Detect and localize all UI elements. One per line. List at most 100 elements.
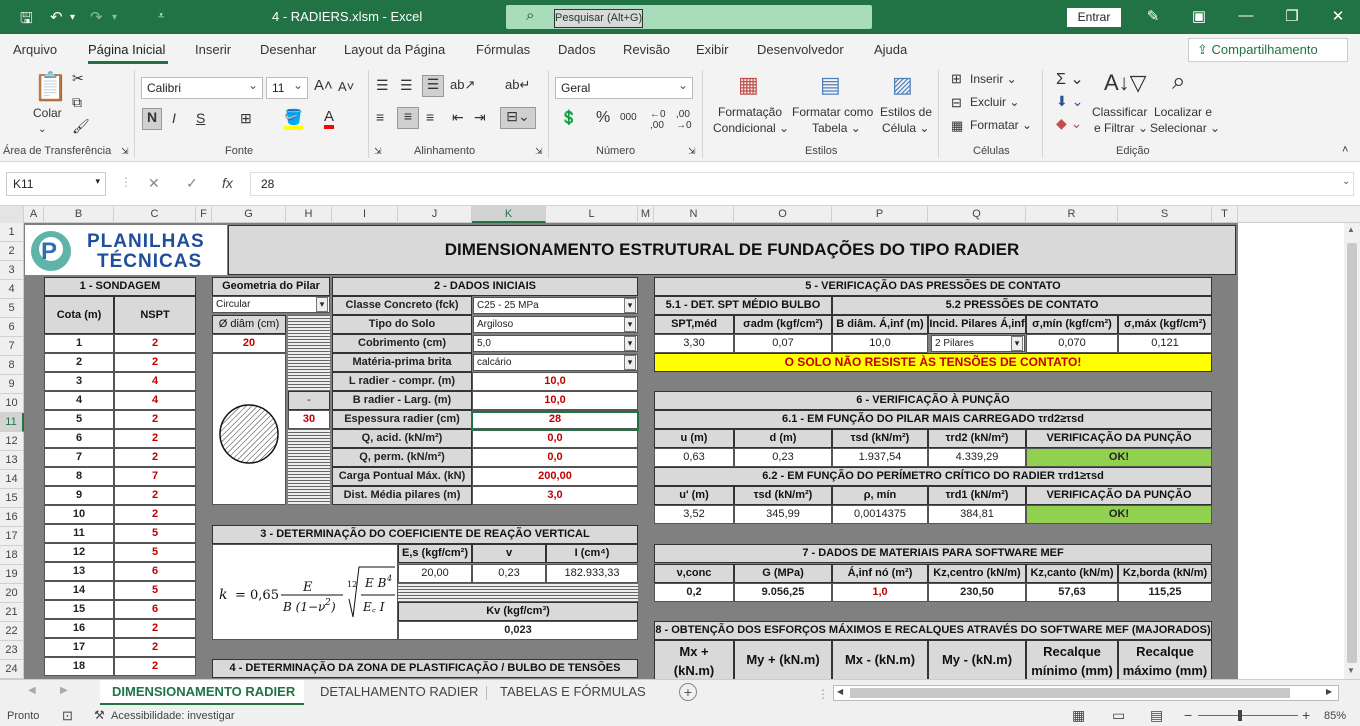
name-box[interactable]: K11 ▾ [6,172,106,196]
insert-cells-button[interactable]: Inserir ⌄ [970,72,1017,86]
pressoes-incid-select[interactable]: 2 Pilares [931,335,1025,352]
sort-filter-icon[interactable]: A↓▽ [1104,70,1147,96]
cell-styles-label2[interactable]: Célula ⌄ [882,121,929,135]
clear-icon[interactable]: ◆ ⌄ [1056,115,1082,132]
copy-icon[interactable]: ⧉ [72,94,82,111]
tab-inserir[interactable]: Inserir [195,42,231,57]
coef-i-value[interactable]: 182.933,33 [546,564,638,583]
tab-scroll-right-icon[interactable]: ▶ [60,685,68,696]
bold-button[interactable]: N [142,108,162,130]
sondagem-nspt[interactable]: 7 [114,467,196,486]
tab-layout[interactable]: Layout da Página [344,42,445,57]
tab-scroll-left-icon[interactable]: ◀ [28,685,36,696]
row-header[interactable]: 1 [0,223,24,242]
row-header[interactable]: 16 [0,508,24,527]
dados-value[interactable]: 0,0 [472,448,638,467]
scroll-down-icon[interactable]: ▼ [1347,666,1355,675]
coef-es-value[interactable]: 20,00 [398,564,472,583]
puncao-value[interactable]: 3,52 [654,505,734,524]
redo-icon[interactable]: ↷ [90,8,103,26]
row-header[interactable]: 6 [0,318,24,337]
share-button[interactable]: ⇪ Compartilhamento [1188,38,1348,62]
row-header[interactable]: 4 [0,280,24,299]
pressoes-value[interactable]: 10,0 [832,334,928,353]
col-header[interactable]: A [24,206,44,223]
puncao-value[interactable]: OK! [1026,448,1212,467]
row-header[interactable]: 7 [0,337,24,356]
accessibility-status[interactable]: Acessibilidade: investigar [111,710,235,722]
col-header[interactable]: I [332,206,398,223]
sort-filter-label[interactable]: Classificar [1092,105,1147,119]
col-header[interactable]: F [196,206,212,223]
col-header[interactable]: L [546,206,638,223]
grow-font-icon[interactable]: A˄ [314,77,333,94]
sheet-tab-detalhamento[interactable]: DETALHAMENTO RADIER [320,684,478,699]
sondagem-nspt[interactable]: 2 [114,657,196,676]
expand-formula-icon[interactable]: ⌄ [1342,176,1350,187]
dados-select[interactable]: calcário [473,354,638,371]
enter-icon[interactable]: ✓ [186,175,198,192]
horizontal-scrollbar[interactable]: ◀ ▶ [833,685,1339,701]
zoom-slider-thumb[interactable] [1238,710,1242,721]
sondagem-cota[interactable]: 17 [44,638,114,657]
sondagem-cota[interactable]: 10 [44,505,114,524]
tab-arquivo[interactable]: Arquivo [13,42,57,57]
vertical-scroll-thumb[interactable] [1347,243,1357,663]
pressoes-value[interactable]: 0,070 [1026,334,1118,353]
delete-cells-icon[interactable]: ⊟ [951,95,962,111]
sondagem-cota[interactable]: 4 [44,391,114,410]
shrink-font-icon[interactable]: A˅ [338,79,354,94]
dados-select[interactable]: 5,0 [473,335,638,352]
wrap-text-icon[interactable]: ab↵ [505,77,530,93]
close-icon[interactable]: ✕ [1328,7,1348,25]
puncao-value[interactable]: 4.339,29 [928,448,1026,467]
pilar-value-30[interactable]: 30 [288,410,330,429]
row-header[interactable]: 13 [0,451,24,470]
sondagem-cota[interactable]: 14 [44,581,114,600]
mef-value[interactable]: 9.056,25 [734,583,832,602]
row-header[interactable]: 19 [0,565,24,584]
format-as-table-label[interactable]: Formatar como [792,105,873,119]
sondagem-nspt[interactable]: 4 [114,372,196,391]
puncao-value[interactable]: 345,99 [734,505,832,524]
row-header[interactable]: 9 [0,375,24,394]
col-header[interactable]: T [1212,206,1238,223]
number-format-combo[interactable]: Geral [555,77,693,99]
pilar-diam-value[interactable]: 20 [212,334,286,353]
pilar-shape-select[interactable]: Circular [212,296,330,313]
sondagem-cota[interactable]: 11 [44,524,114,543]
percent-icon[interactable]: % [596,109,610,127]
align-top-icon[interactable]: ☰ [376,77,389,94]
format-cells-button[interactable]: Formatar ⌄ [970,118,1032,132]
sondagem-nspt[interactable]: 2 [114,448,196,467]
pressoes-value[interactable]: 0,121 [1118,334,1212,353]
cell-styles-label[interactable]: Estilos de [880,105,932,119]
row-header[interactable]: 23 [0,641,24,660]
dados-value[interactable]: 10,0 [472,391,638,410]
sondagem-cota[interactable]: 16 [44,619,114,638]
zoom-slider[interactable] [1198,715,1298,716]
signin-button[interactable]: Entrar [1067,8,1121,27]
pen-icon[interactable]: ✎ [1143,7,1163,25]
mef-value[interactable]: 115,25 [1118,583,1212,602]
fill-color-icon[interactable]: 🪣 [284,108,303,130]
restore-icon[interactable]: ❐ [1282,7,1302,25]
increase-indent-icon[interactable]: ⇥ [474,109,486,126]
zoom-level[interactable]: 85% [1324,710,1346,722]
zoom-in-icon[interactable]: + [1302,707,1310,723]
dados-value[interactable]: 0,0 [472,429,638,448]
minimize-icon[interactable]: — [1236,7,1256,24]
pressoes-value[interactable]: 0,07 [734,334,832,353]
sondagem-cota[interactable]: 18 [44,657,114,676]
delete-cells-button[interactable]: Excluir ⌄ [970,95,1019,109]
puncao-value[interactable]: OK! [1026,505,1212,524]
sondagem-cota[interactable]: 3 [44,372,114,391]
align-left-icon[interactable]: ≡ [376,109,384,125]
macro-record-icon[interactable]: ⊡ [62,708,73,724]
conditional-formatting-label2[interactable]: Condicional ⌄ [713,121,789,135]
accessibility-icon[interactable]: ⚒ [94,708,105,722]
undo-icon[interactable]: ↶ [50,8,63,26]
col-header[interactable]: R [1026,206,1118,223]
row-header[interactable]: 15 [0,489,24,508]
coef-v-value[interactable]: 0,23 [472,564,546,583]
